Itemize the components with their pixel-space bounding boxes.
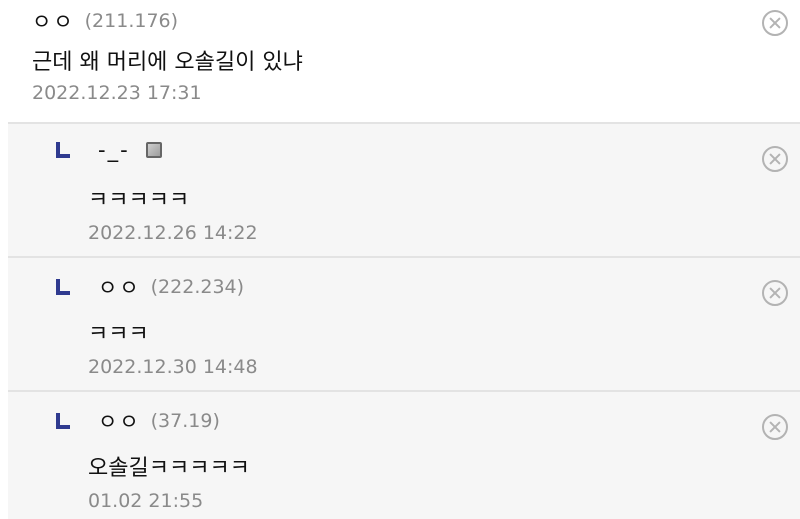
reply-arrow-icon bbox=[56, 279, 70, 295]
ip-address: (222.234) bbox=[150, 276, 245, 298]
ip-address: (37.19) bbox=[150, 410, 220, 432]
nickname[interactable]: -_- bbox=[98, 138, 130, 162]
reply-text: 오솔길ㅋㅋㅋㅋㅋ bbox=[88, 456, 250, 481]
reply-date: 2022.12.26 14:22 bbox=[88, 222, 258, 244]
ip-address: (211.176) bbox=[84, 10, 179, 32]
nickname[interactable]: ㅇㅇ bbox=[32, 6, 75, 36]
reply-header: ㅇㅇ (222.234) bbox=[56, 272, 244, 302]
close-circle-icon[interactable] bbox=[762, 414, 788, 440]
reply: ㅇㅇ (37.19) 오솔길ㅋㅋㅋㅋㅋ 01.02 21:55 bbox=[8, 390, 800, 519]
reply-header: -_- bbox=[56, 138, 162, 162]
reply: ㅇㅇ (222.234) ㅋㅋㅋ 2022.12.30 14:48 bbox=[8, 256, 800, 390]
reply-arrow-icon bbox=[56, 413, 70, 429]
reply-text: ㅋㅋㅋㅋㅋ bbox=[88, 188, 190, 213]
reply: -_- ㅋㅋㅋㅋㅋ 2022.12.26 14:22 bbox=[8, 122, 800, 256]
comment-date: 2022.12.23 17:31 bbox=[32, 82, 202, 104]
reply-header: ㅇㅇ (37.19) bbox=[56, 406, 220, 436]
close-circle-icon[interactable] bbox=[762, 10, 788, 36]
comment-text: 근데 왜 머리에 오솔길이 있냐 bbox=[32, 50, 303, 75]
comment-header: ㅇㅇ (211.176) bbox=[32, 6, 178, 36]
nickname[interactable]: ㅇㅇ bbox=[98, 272, 141, 302]
comment-thread: ㅇㅇ (211.176) 근데 왜 머리에 오솔길이 있냐 2022.12.23… bbox=[0, 0, 800, 519]
nickname[interactable]: ㅇㅇ bbox=[98, 406, 141, 436]
reply-text: ㅋㅋㅋ bbox=[88, 322, 149, 347]
close-circle-icon[interactable] bbox=[762, 146, 788, 172]
reply-date: 01.02 21:55 bbox=[88, 490, 204, 512]
fixed-nick-badge-icon bbox=[145, 142, 162, 158]
close-circle-icon[interactable] bbox=[762, 280, 788, 306]
reply-arrow-icon bbox=[56, 142, 70, 158]
comment: ㅇㅇ (211.176) 근데 왜 머리에 오솔길이 있냐 2022.12.23… bbox=[0, 0, 800, 122]
reply-date: 2022.12.30 14:48 bbox=[88, 356, 258, 378]
